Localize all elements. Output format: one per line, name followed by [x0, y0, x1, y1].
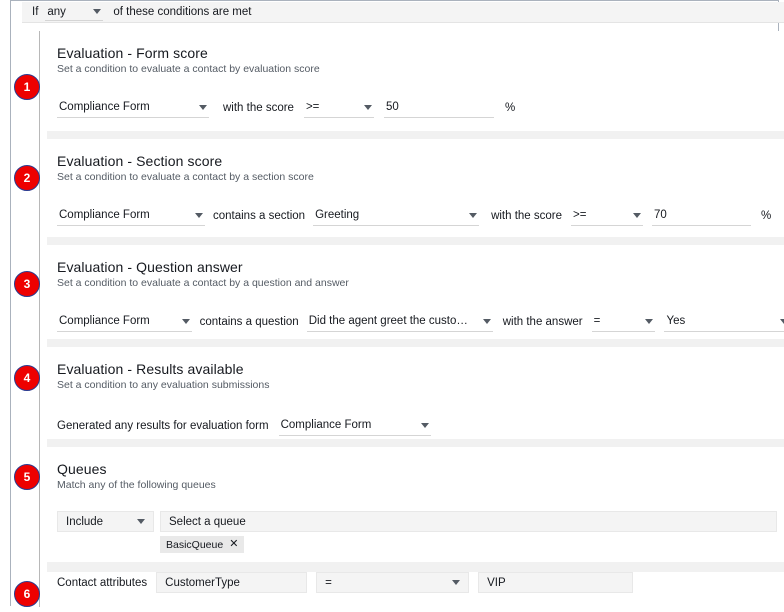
card-section-score: Evaluation - Section score Set a conditi… — [47, 139, 784, 237]
conditions-panel: If any of these conditions are met 1 2 3… — [10, 0, 779, 606]
condition-cards: Evaluation - Form score Set a condition … — [47, 31, 784, 607]
chevron-down-icon — [364, 105, 372, 110]
step-badge-2: 2 — [14, 165, 40, 191]
match-type-select[interactable]: any — [45, 3, 103, 21]
chevron-down-icon — [421, 423, 429, 428]
card-title: Evaluation - Question answer — [57, 259, 784, 275]
step-badge-6: 6 — [14, 581, 40, 607]
queue-select-input[interactable]: Select a queue — [160, 511, 777, 532]
chevron-down-icon — [645, 319, 653, 324]
attribute-value-input[interactable]: VIP — [478, 572, 633, 593]
answer-label-3: with the answer — [503, 316, 583, 328]
form-select-4[interactable]: Compliance Form — [279, 415, 431, 436]
percent-label-1: % — [505, 102, 515, 114]
answer-select-3[interactable]: Yes — [664, 311, 784, 332]
score-label-1: with the score — [223, 102, 294, 114]
card-description: Match any of the following queues — [57, 479, 784, 491]
queue-token-label: BasicQueue — [166, 539, 223, 551]
card-title: Evaluation - Results available — [57, 361, 784, 377]
card-contact-attributes: Contact attributes CustomerType = VIP — [47, 572, 784, 612]
card-title: Evaluation - Section score — [57, 153, 784, 169]
if-label: If — [32, 6, 38, 18]
score-label-2: with the score — [491, 210, 562, 222]
percent-label-2: % — [761, 210, 771, 222]
chevron-down-icon — [633, 213, 641, 218]
match-condition-bar: If any of these conditions are met — [22, 2, 784, 23]
chevron-down-icon — [780, 319, 784, 324]
chevron-down-icon — [452, 580, 460, 585]
contains-section-label: contains a section — [213, 210, 305, 222]
score-value-input-2[interactable]: 70 — [652, 205, 751, 226]
step-badge-4: 4 — [14, 365, 40, 391]
form-select-1[interactable]: Compliance Form — [57, 97, 209, 118]
chevron-down-icon — [182, 319, 190, 324]
step-badge-3: 3 — [14, 271, 40, 297]
score-value-input-1[interactable]: 50 — [384, 97, 494, 118]
contact-attributes-label: Contact attributes — [57, 577, 147, 589]
section-select-2[interactable]: Greeting — [313, 205, 479, 226]
chevron-down-icon — [137, 519, 145, 524]
card-question-answer: Evaluation - Question answer Set a condi… — [47, 245, 784, 339]
score-operator-select-2[interactable]: >= — [571, 205, 643, 226]
card-queues: Queues Match any of the following queues… — [47, 447, 784, 562]
card-description: Set a condition to evaluate a contact by… — [57, 63, 784, 75]
step-badge-5: 5 — [14, 464, 40, 490]
queue-token[interactable]: BasicQueue ✕ — [160, 536, 244, 553]
chevron-down-icon — [483, 319, 491, 324]
question-select-3[interactable]: Did the agent greet the customer prope — [307, 311, 493, 332]
card-form-score: Evaluation - Form score Set a condition … — [47, 31, 784, 131]
chevron-down-icon — [195, 213, 203, 218]
answer-operator-select-3[interactable]: = — [592, 311, 656, 332]
card-title: Evaluation - Form score — [57, 45, 784, 61]
queue-include-select[interactable]: Include — [57, 511, 154, 532]
card-title: Queues — [57, 461, 784, 477]
form-select-2[interactable]: Compliance Form — [57, 205, 205, 226]
card-description: Set a condition to evaluate a contact by… — [57, 171, 784, 183]
chevron-down-icon — [199, 105, 207, 110]
attribute-key-input[interactable]: CustomerType — [156, 572, 307, 593]
card-description: Set a condition to any evaluation submis… — [57, 379, 784, 391]
results-label: Generated any results for evaluation for… — [57, 420, 269, 432]
close-icon[interactable]: ✕ — [229, 539, 238, 550]
attribute-operator-select[interactable]: = — [316, 572, 469, 593]
card-results-available: Evaluation - Results available Set a con… — [47, 347, 784, 439]
timeline-spine — [39, 31, 40, 607]
card-description: Set a condition to evaluate a contact by… — [57, 277, 784, 289]
score-operator-select-1[interactable]: >= — [304, 97, 374, 118]
chevron-down-icon — [93, 9, 101, 14]
conditions-met-label: of these conditions are met — [113, 6, 251, 18]
contains-question-label: contains a question — [200, 316, 299, 328]
chevron-down-icon — [469, 213, 477, 218]
form-select-3[interactable]: Compliance Form — [57, 311, 192, 332]
step-badge-1: 1 — [14, 74, 40, 100]
